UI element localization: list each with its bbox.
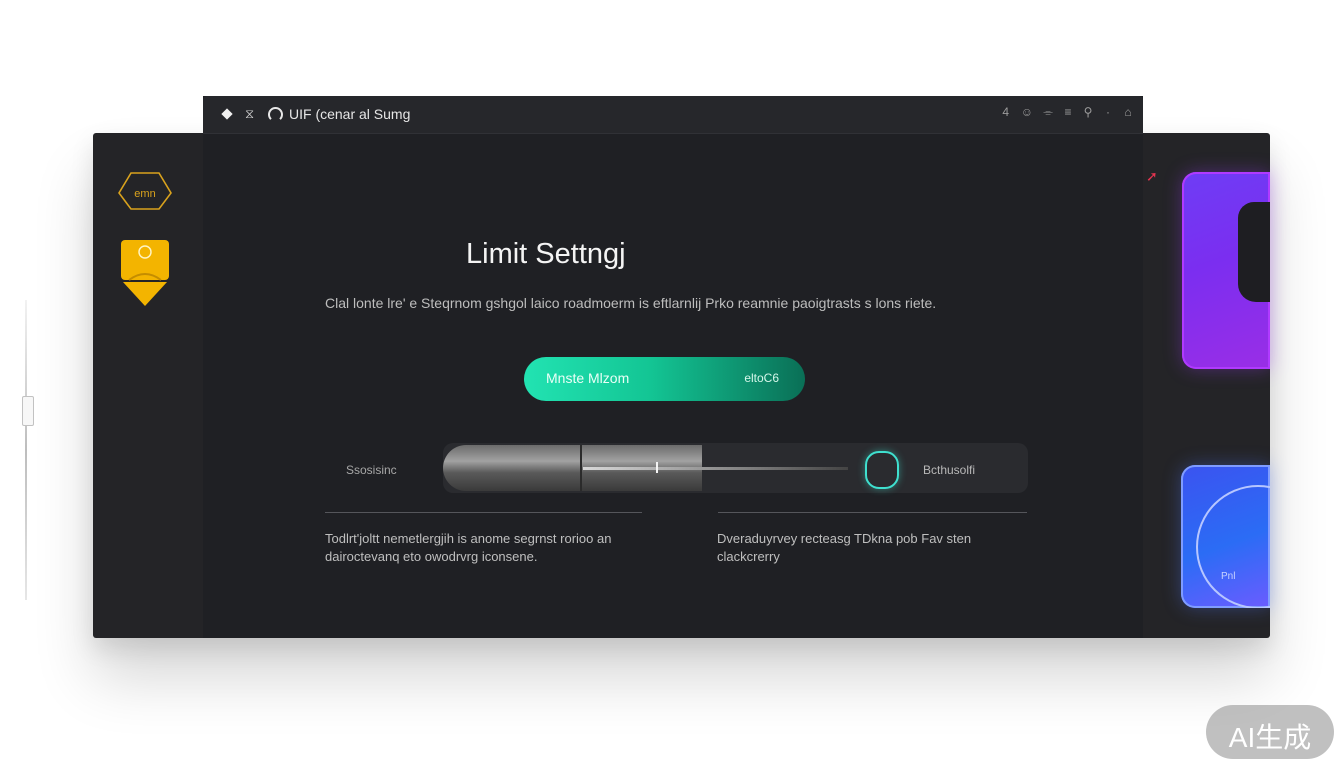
title-bar: ⧖ UIF (cenar al Sumg 4 ☺ ⌯ ≡ ⚲ · ⌂ (203, 96, 1143, 134)
dot-icon[interactable]: · (1103, 105, 1113, 120)
blue-card-label: Pnl (1221, 571, 1236, 582)
slider-label: Ssosisinc (346, 463, 397, 477)
divider-left (325, 512, 642, 513)
page-title: Limit Settngj (466, 238, 626, 270)
toolbar-icons: 4 ☺ ⌯ ≡ ⚲ · ⌂ (1001, 105, 1133, 120)
primary-action-secondary-label: eltoC6 (744, 371, 779, 385)
note-right: Dveraduyrvey recteasg TDkna pob Fav sten… (717, 531, 972, 564)
window-title: UIF (cenar al Sumg (289, 106, 411, 122)
toolbar-icon-1[interactable]: 4 (1001, 105, 1011, 120)
hourglass-icon[interactable]: ⧖ (245, 106, 254, 122)
stand-pole (25, 300, 27, 600)
slider-value-label: Bcthusolfi (923, 463, 976, 477)
ai-generated-badge: AI生成 (1206, 705, 1334, 759)
purple-app-card[interactable] (1182, 172, 1270, 369)
slider-segment-divider (580, 445, 582, 491)
stand-knob (22, 396, 34, 426)
refresh-icon[interactable] (268, 107, 283, 122)
menu-icon[interactable]: ≡ (1063, 105, 1073, 120)
note-left: Todlrt'joltt nemetlergjih is anome segrn… (325, 531, 612, 564)
divider-right (718, 512, 1027, 513)
page-description: Clal lonte lre' e Steqrnom gshgol laico … (325, 295, 937, 311)
primary-action-label: Mnste Mlzom (546, 370, 630, 386)
ai-generated-text: AI生成 (1228, 722, 1312, 753)
search-icon[interactable]: ⚲ (1083, 105, 1093, 120)
arc-icon (1196, 485, 1270, 608)
home-icon[interactable]: ⌂ (1123, 105, 1133, 120)
slider-handle[interactable] (865, 451, 899, 489)
app-logo-text: emn (134, 188, 156, 200)
diamond-icon[interactable] (221, 108, 233, 120)
slider-tick (656, 462, 658, 473)
blue-app-card[interactable]: Pnl (1181, 465, 1270, 608)
slider-track (583, 467, 848, 470)
link-icon[interactable]: ⌯ (1043, 105, 1053, 120)
side-stand (20, 300, 40, 606)
warning-shape (121, 240, 169, 306)
primary-action-button[interactable]: Mnste Mlzom eltoC6 (524, 357, 805, 401)
lock-icon (1238, 202, 1270, 302)
cursor-icon: ➚ (1146, 168, 1158, 184)
settings-window: ⧖ UIF (cenar al Sumg 4 ☺ ⌯ ≡ ⚲ · ⌂ Limit… (203, 96, 1143, 638)
smiley-icon[interactable]: ☺ (1021, 105, 1033, 120)
warning-badge-icon[interactable] (119, 238, 171, 308)
app-logo-icon[interactable]: emn (117, 171, 173, 211)
